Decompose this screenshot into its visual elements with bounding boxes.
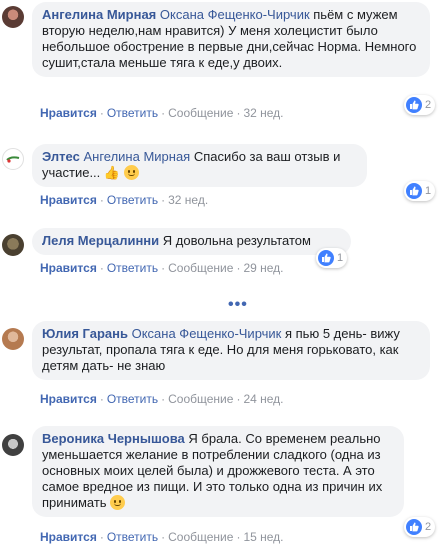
message-button[interactable]: Сообщение xyxy=(168,392,233,406)
comment-time[interactable]: 32 нед. xyxy=(243,106,283,120)
comment-bubble: Элтес Ангелина Мирная Спасибо за ваш отз… xyxy=(32,144,367,187)
comment-bubble: Леля Мерцалинни Я довольна результатом xyxy=(32,228,351,255)
reaction-number: 2 xyxy=(425,99,432,111)
avatar[interactable] xyxy=(2,148,24,170)
comment-actions: Нравится · Ответить · Сообщение · 15 нед. xyxy=(40,530,284,544)
reply-button[interactable]: Ответить xyxy=(107,193,158,207)
more-replies-button[interactable]: ••• xyxy=(228,296,248,314)
comment-author[interactable]: Леля Мерцалинни xyxy=(42,233,159,248)
comment-mention[interactable]: Оксана Фещенко-Чирчик xyxy=(132,326,282,341)
smile-emoji-icon xyxy=(110,495,126,510)
reaction-count[interactable]: 1 xyxy=(404,181,436,201)
comment-actions: Нравится · Ответить · 32 нед. xyxy=(40,193,209,207)
comment-mention[interactable]: Оксана Фещенко-Чирчик xyxy=(160,7,310,22)
comment-mention[interactable]: Ангелина Мирная xyxy=(83,149,190,164)
comment-author[interactable]: Юлия Гарань xyxy=(42,326,128,341)
comment-time[interactable]: 32 нед. xyxy=(168,193,208,207)
thumbs-up-icon xyxy=(406,183,422,199)
reply-button[interactable]: Ответить xyxy=(107,530,158,544)
thumbs-up-emoji-icon: 👍 xyxy=(103,165,121,180)
comment-time[interactable]: 29 нед. xyxy=(243,261,283,275)
reply-button[interactable]: Ответить xyxy=(107,106,158,120)
comment-time[interactable]: 15 нед. xyxy=(243,530,283,544)
avatar[interactable] xyxy=(2,328,24,350)
reaction-count[interactable]: 2 xyxy=(404,517,436,537)
reply-button[interactable]: Ответить xyxy=(107,392,158,406)
like-button[interactable]: Нравится xyxy=(40,106,97,120)
comment-bubble: Юлия Гарань Оксана Фещенко-Чирчик я пью … xyxy=(32,321,430,380)
comment-time[interactable]: 24 нед. xyxy=(243,392,283,406)
avatar[interactable] xyxy=(2,6,24,28)
thumbs-up-icon xyxy=(318,250,334,266)
comment-bubble: Ангелина Мирная Оксана Фещенко-Чирчик пь… xyxy=(32,2,430,77)
avatar[interactable] xyxy=(2,434,24,456)
like-button[interactable]: Нравится xyxy=(40,261,97,275)
message-button[interactable]: Сообщение xyxy=(168,530,233,544)
comment-author[interactable]: Ангелина Мирная xyxy=(42,7,156,22)
reaction-count[interactable]: 1 xyxy=(316,248,348,268)
like-button[interactable]: Нравится xyxy=(40,193,97,207)
comment-bubble: Вероника Чернышова Я брала. Со временем … xyxy=(32,426,404,517)
thumbs-up-icon xyxy=(406,519,422,535)
reaction-number: 1 xyxy=(337,252,344,264)
like-button[interactable]: Нравится xyxy=(40,530,97,544)
message-button[interactable]: Сообщение xyxy=(168,106,233,120)
reaction-count[interactable]: 2 xyxy=(404,95,436,115)
reaction-number: 2 xyxy=(425,521,432,533)
avatar[interactable] xyxy=(2,234,24,256)
reaction-number: 1 xyxy=(425,185,432,197)
comment-author[interactable]: Элтес xyxy=(42,149,80,164)
thumbs-up-icon xyxy=(406,97,422,113)
comment-actions: Нравится · Ответить · Сообщение · 32 нед. xyxy=(40,106,284,120)
reply-button[interactable]: Ответить xyxy=(107,261,158,275)
like-button[interactable]: Нравится xyxy=(40,392,97,406)
comment-actions: Нравится · Ответить · Сообщение · 29 нед. xyxy=(40,261,284,275)
message-button[interactable]: Сообщение xyxy=(168,261,233,275)
comment-actions: Нравится · Ответить · Сообщение · 24 нед. xyxy=(40,392,284,406)
comment-text: Я довольна результатом xyxy=(159,233,311,248)
comment-author[interactable]: Вероника Чернышова xyxy=(42,431,185,446)
smile-emoji-icon xyxy=(123,165,139,180)
